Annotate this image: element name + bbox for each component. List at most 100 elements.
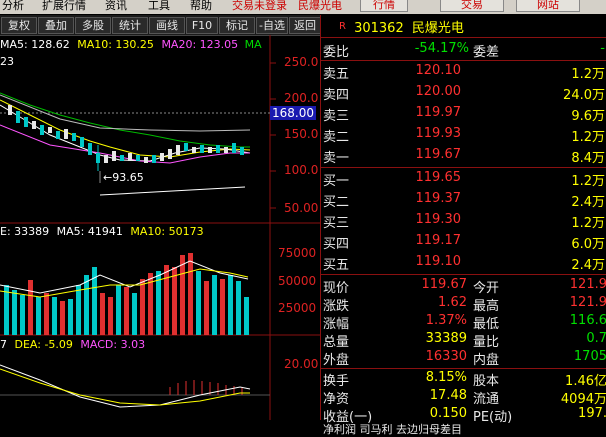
stat-label: 现价: [323, 281, 350, 296]
window-stock-title: 民爆光电: [298, 0, 342, 12]
bid-price: 119.10: [415, 254, 462, 269]
price-tick-100: 100.0: [284, 163, 319, 177]
ask-price: 119.67: [415, 147, 462, 162]
stat-label: 今开: [473, 281, 500, 296]
ask-row[interactable]: 卖四 120.00 24.0万: [323, 84, 606, 103]
f10-button[interactable]: F10: [186, 17, 218, 34]
ask-row[interactable]: 卖二 119.93 1.2万: [323, 126, 606, 145]
ask-price: 120.10: [415, 63, 462, 78]
ask-price: 120.00: [415, 84, 462, 99]
bid-row[interactable]: 买一 119.65 1.2万: [323, 170, 606, 189]
stat-value: 1.37%: [425, 313, 467, 328]
bid-row[interactable]: 买四 119.17 6.0万: [323, 233, 606, 252]
macd-dif-line: [0, 364, 251, 408]
ask-label: 卖二: [323, 130, 350, 145]
draw-line-button[interactable]: 画线: [149, 17, 185, 34]
ask-volume: 1.2万: [571, 67, 605, 82]
ask-label: 卖三: [323, 109, 350, 124]
quotes-button[interactable]: 行情: [360, 0, 408, 12]
bid-price: 119.37: [415, 191, 462, 206]
back-button[interactable]: 返回: [289, 17, 321, 34]
stat-value: 17.48: [429, 388, 467, 403]
ask-row[interactable]: 卖一 119.67 8.4万: [323, 147, 606, 166]
mark-button[interactable]: 标记: [219, 17, 255, 34]
weicha-value: -: [600, 41, 605, 56]
low-price-value: 93.65: [112, 171, 144, 184]
chart-toolbar: 复权 叠加 多股 统计 画线 F10 标记 -自选 返回: [0, 15, 321, 36]
quote-footer: 净利润 司马利 去边归母差目: [323, 423, 462, 436]
ask-label: 卖四: [323, 88, 350, 103]
ask-label: 卖一: [323, 151, 350, 166]
volume-ma10: MA10: 50173: [130, 225, 204, 238]
bid-label: 买二: [323, 195, 350, 210]
ask-row[interactable]: 卖五 120.10 1.2万: [323, 63, 606, 82]
bid-label: 买三: [323, 216, 350, 231]
volume-tick-25000: 25000: [278, 301, 317, 315]
stat-label: 换手: [323, 374, 350, 389]
stat-row: 总量 33389 量比 0.7: [323, 331, 606, 350]
macd-dea-value: DEA: -5.09: [14, 338, 73, 351]
stat-row: 涨幅 1.37% 最低 116.6: [323, 313, 606, 332]
weibi-label: 委比: [323, 45, 350, 60]
trend-line: [99, 186, 246, 196]
menu-news[interactable]: 资讯: [105, 0, 127, 13]
add-favorite-button[interactable]: -自选: [256, 17, 288, 34]
volume-ma5: MA5: 41941: [56, 225, 123, 238]
volume-legend: E: 33389 MA5: 41941 MA10: 50173: [0, 225, 204, 238]
bid-row[interactable]: 买三 119.30 1.2万: [323, 212, 606, 231]
bid-row[interactable]: 买二 119.37 2.4万: [323, 191, 606, 210]
macd-tick-20: 20.00: [284, 357, 319, 371]
macd-dif-value: 7: [0, 338, 7, 351]
stat-value: 16330: [425, 349, 467, 364]
quote-panel: R 301362 民爆光电 委比 -54.17% 委差 - 卖五 120.10 …: [320, 15, 606, 436]
stat-label: 最高: [473, 299, 500, 314]
ask-price: 119.93: [415, 126, 462, 141]
stat-value: 116.6: [569, 313, 606, 328]
macd-dea-line: [0, 368, 250, 406]
website-button[interactable]: 网站: [516, 0, 580, 12]
login-status: 交易未登录: [232, 0, 287, 12]
menu-analysis[interactable]: 分析: [2, 0, 24, 13]
statistics-button[interactable]: 统计: [112, 17, 148, 34]
stat-label: 涨跌: [323, 299, 350, 314]
menu-tools[interactable]: 工具: [148, 0, 170, 13]
stat-value: 119.67: [421, 277, 468, 292]
ask-row[interactable]: 卖三 119.97 9.6万: [323, 105, 606, 124]
stat-value: 1705: [573, 349, 606, 364]
menu-help[interactable]: 帮助: [190, 0, 212, 13]
stat-value: 121.9: [569, 277, 606, 292]
overlay-button[interactable]: 叠加: [38, 17, 74, 34]
menu-bar: 分析 扩展行情 资讯 工具 帮助 交易未登录 民爆光电 行情 交易 网站: [0, 0, 606, 14]
bid-volume: 6.0万: [571, 237, 605, 252]
stock-code: 301362: [354, 21, 404, 36]
stat-row: 换手 8.15% 股本 1.46亿: [323, 370, 606, 389]
stat-row: 现价 119.67 今开 121.9: [323, 277, 606, 296]
bid-row[interactable]: 买五 119.10 2.4万: [323, 254, 606, 273]
stat-label: 总量: [323, 335, 350, 350]
ask-volume: 8.4万: [571, 151, 605, 166]
volume-tick-75000: 75000: [278, 246, 317, 260]
macd-bars: [169, 380, 243, 395]
stat-label: 内盘: [473, 353, 500, 368]
bid-price: 119.65: [415, 170, 462, 185]
weicha-label: 委差: [473, 45, 500, 60]
price-tick-250: 250.0: [284, 55, 319, 69]
volume-bars: [4, 253, 249, 335]
bid-price: 119.30: [415, 212, 462, 227]
trade-button[interactable]: 交易: [440, 0, 504, 12]
restore-rights-button[interactable]: 复权: [1, 17, 37, 34]
stat-label: 最低: [473, 317, 500, 332]
candles: [8, 105, 244, 171]
stat-label: 量比: [473, 335, 500, 350]
ask-volume: 1.2万: [571, 130, 605, 145]
bid-price: 119.17: [415, 233, 462, 248]
stat-label: 净资: [323, 392, 350, 407]
stat-value: 4094万: [560, 392, 606, 407]
macd-legend: 7 DEA: -5.09 MACD: 3.03: [0, 338, 145, 351]
menu-extended-quotes[interactable]: 扩展行情: [42, 0, 86, 13]
bid-volume: 2.4万: [571, 195, 605, 210]
stock-name: 民爆光电: [411, 21, 464, 36]
multi-stock-button[interactable]: 多股: [75, 17, 111, 34]
stock-header: R 301362 民爆光电: [339, 17, 464, 36]
bid-volume: 1.2万: [571, 216, 605, 231]
